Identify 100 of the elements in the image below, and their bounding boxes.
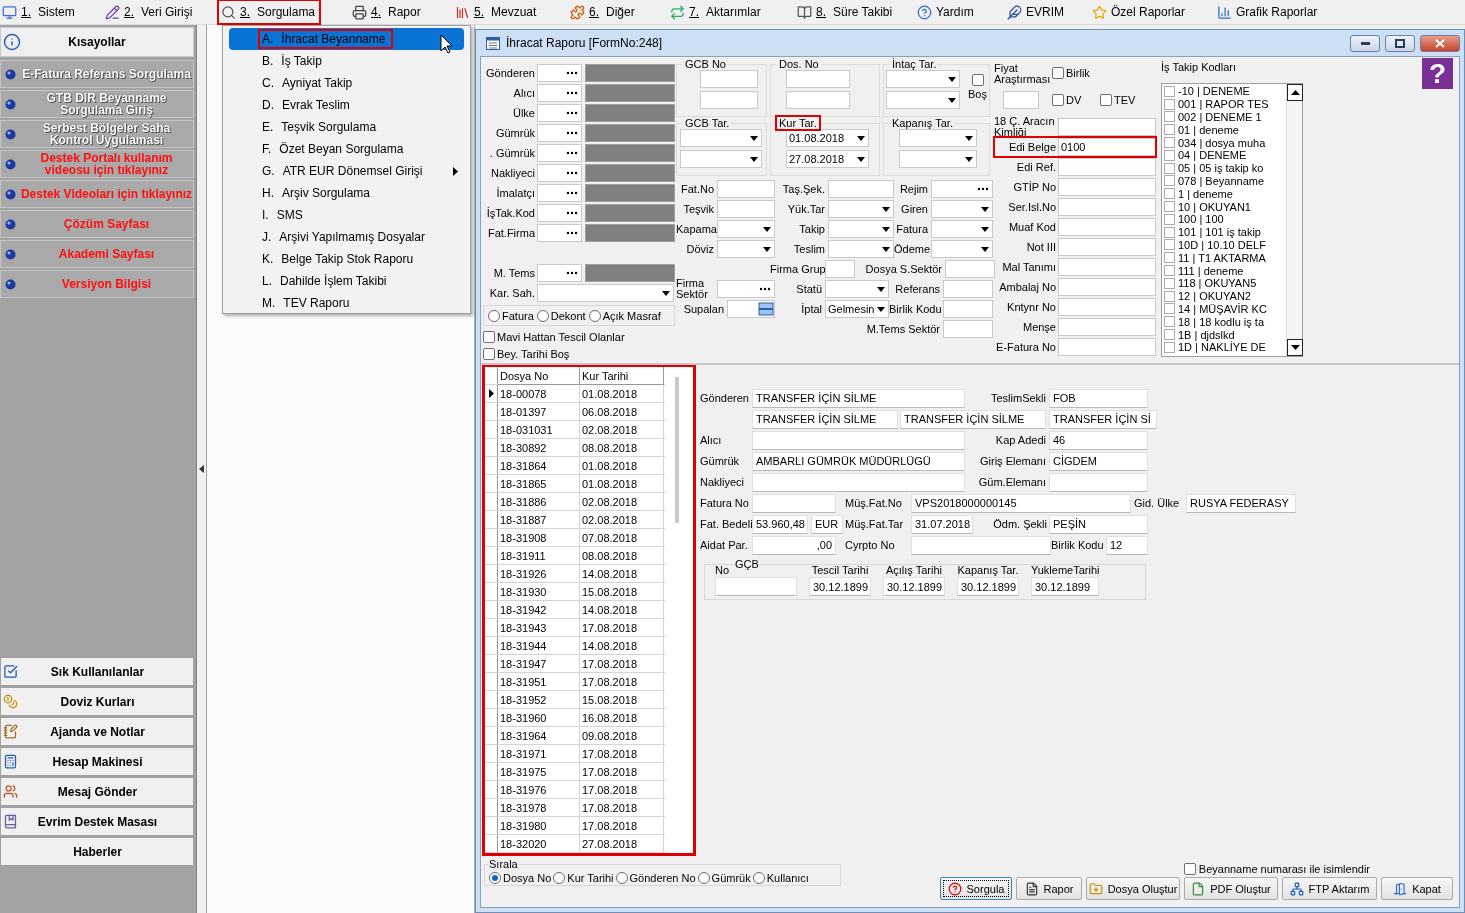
combo-field[interactable] [931, 220, 993, 238]
shortcut-button[interactable]: Sık Kullanılanlar [0, 657, 194, 686]
combo-field[interactable] [825, 280, 889, 298]
text-field[interactable] [1003, 91, 1039, 109]
column-header[interactable]: Kur Tarihi [580, 367, 664, 385]
list-item[interactable]: 14 | MÜŞAVİR KC [1162, 302, 1286, 316]
text-field[interactable] [717, 200, 775, 218]
text-field[interactable] [828, 180, 894, 198]
list-item[interactable]: 1B | djdslkd [1162, 328, 1286, 341]
lookup-field[interactable] [537, 264, 582, 282]
text-field[interactable] [786, 70, 850, 88]
lookup-field[interactable] [931, 180, 993, 198]
menu-item[interactable]: C. Ayniyat Takip [229, 72, 464, 94]
shortcut-button[interactable]: Hesap Makinesi [0, 747, 194, 776]
checkbox-option[interactable]: Boş [968, 74, 987, 100]
scroll-up-button[interactable] [1287, 84, 1303, 101]
list-item[interactable]: 101 | 101 iş takip [1162, 225, 1286, 239]
text-field[interactable] [1058, 238, 1156, 256]
list-item[interactable]: 10 | OKUYAN1 [1162, 200, 1286, 213]
menu-item[interactable]: F. Özet Beyan Sorgulama [229, 138, 464, 160]
close-button[interactable] [1420, 34, 1460, 52]
combo-field[interactable]: Gelmesin [825, 300, 889, 318]
menu-item[interactable]: EVRIM [1005, 1, 1068, 23]
list-item[interactable]: 18 | 18 kodlu iş ta [1162, 315, 1286, 329]
list-item[interactable]: 1D | NAKLİYE DE [1162, 340, 1286, 354]
toolbar-button[interactable]: PDF Oluştur [1184, 877, 1278, 900]
list-item[interactable]: 100 | 100 [1162, 212, 1286, 226]
shortcut-button[interactable]: Ajanda ve Notlar [0, 717, 194, 746]
date-field[interactable] [886, 91, 960, 109]
list-item[interactable]: 078 | Beyanname [1162, 174, 1286, 188]
shortcut-button[interactable]: Mesaj Gönder [0, 777, 194, 806]
list-item[interactable]: 12 | OKUYAN2 [1162, 289, 1286, 303]
lookup-field[interactable] [537, 204, 582, 222]
shortcut-button[interactable]: Doviz Kurları [0, 687, 194, 716]
text-field[interactable] [943, 280, 993, 298]
checkbox-option[interactable]: Beyanname numarası ile isimlendir [1183, 863, 1370, 875]
list-item[interactable]: 1 | deneme [1162, 187, 1286, 201]
lookup-field[interactable] [537, 124, 582, 142]
menu-item[interactable]: H. Arşiv Sorgulama [229, 182, 464, 204]
radio-option[interactable]: Gönderen No [615, 871, 696, 884]
combo-field[interactable] [717, 240, 775, 258]
date-field[interactable] [680, 129, 762, 147]
list-item[interactable]: 002 | DENEME 1 [1162, 110, 1286, 124]
menu-item[interactable]: Yardım [915, 1, 978, 23]
toolbar-button[interactable]: Sorgula [940, 877, 1012, 900]
list-item[interactable]: 04 | DENEME [1162, 149, 1286, 162]
radio-option[interactable]: Açık Masraf [588, 309, 661, 322]
text-field[interactable] [825, 260, 855, 278]
menu-item[interactable]: M. TEV Raporu [229, 292, 464, 314]
lookup-field[interactable] [537, 164, 582, 182]
menu-item[interactable]: 4. Rapor [350, 1, 425, 23]
combo-field[interactable] [931, 240, 993, 258]
list-item[interactable]: 118 | OKUYAN5 [1162, 276, 1286, 290]
text-field[interactable] [943, 320, 993, 338]
lookup-field[interactable] [717, 280, 775, 298]
minimize-button[interactable] [1350, 34, 1380, 52]
list-item[interactable]: 01 | deneme [1162, 123, 1286, 137]
combo-field[interactable] [717, 220, 775, 238]
list-item[interactable]: 11 | T1 AKTARMA [1162, 251, 1286, 265]
menu-item[interactable]: D. Evrak Teslim [229, 94, 464, 116]
maximize-button[interactable] [1385, 34, 1415, 52]
text-field[interactable] [1058, 158, 1156, 176]
checkbox-option[interactable]: DV [1052, 94, 1100, 106]
radio-option[interactable]: Dosya No [489, 871, 552, 884]
menu-item[interactable]: K. Belge Takip Stok Raporu [229, 248, 464, 270]
menu-item[interactable]: 2. Veri Girişi [103, 1, 197, 23]
menu-item[interactable]: J. Arşivi Yapılmamış Dosyalar [229, 226, 464, 248]
scroll-down-button[interactable] [1287, 339, 1303, 356]
radio-option[interactable]: Kullanıcı [752, 871, 809, 884]
text-field[interactable] [717, 180, 775, 198]
combo-field[interactable] [931, 200, 993, 218]
radio-option[interactable]: Kur Tarihi [553, 871, 614, 884]
text-field[interactable] [943, 300, 993, 318]
text-field[interactable] [1058, 258, 1156, 276]
text-field[interactable] [786, 91, 850, 109]
combo-field[interactable] [828, 200, 894, 218]
text-field[interactable] [1058, 178, 1156, 196]
menu-item[interactable]: 7. Aktarımlar [668, 1, 765, 23]
lookup-field[interactable] [537, 224, 582, 242]
text-field[interactable] [1058, 298, 1156, 316]
date-field[interactable] [899, 150, 977, 168]
list-item[interactable]: 05 | 05 iş takip ko [1162, 161, 1286, 175]
lookup-field[interactable] [537, 64, 582, 82]
date-field[interactable]: 01.08.2018 [786, 129, 869, 147]
menu-item[interactable]: L. Dahilde İşlem Takibi [229, 270, 464, 292]
shortcut-button[interactable]: Evrim Destek Masası [0, 807, 194, 836]
radio-option[interactable]: Gümrük [697, 871, 751, 884]
lookup-field[interactable] [537, 144, 582, 162]
text-field[interactable] [945, 260, 995, 278]
checkbox-option[interactable]: Bey. Tarihi Boş [483, 347, 570, 360]
date-field[interactable]: 27.08.2018 [786, 150, 869, 168]
text-field[interactable] [1058, 198, 1156, 216]
picker-field[interactable] [727, 300, 775, 318]
combo-field[interactable] [828, 240, 894, 258]
date-field[interactable] [886, 70, 960, 88]
text-field[interactable] [1058, 278, 1156, 296]
lookup-field[interactable] [537, 104, 582, 122]
date-field[interactable] [680, 150, 762, 168]
list-item[interactable]: -10 | DENEME [1162, 85, 1286, 98]
toolbar-button[interactable]: Rapor [1016, 877, 1082, 900]
